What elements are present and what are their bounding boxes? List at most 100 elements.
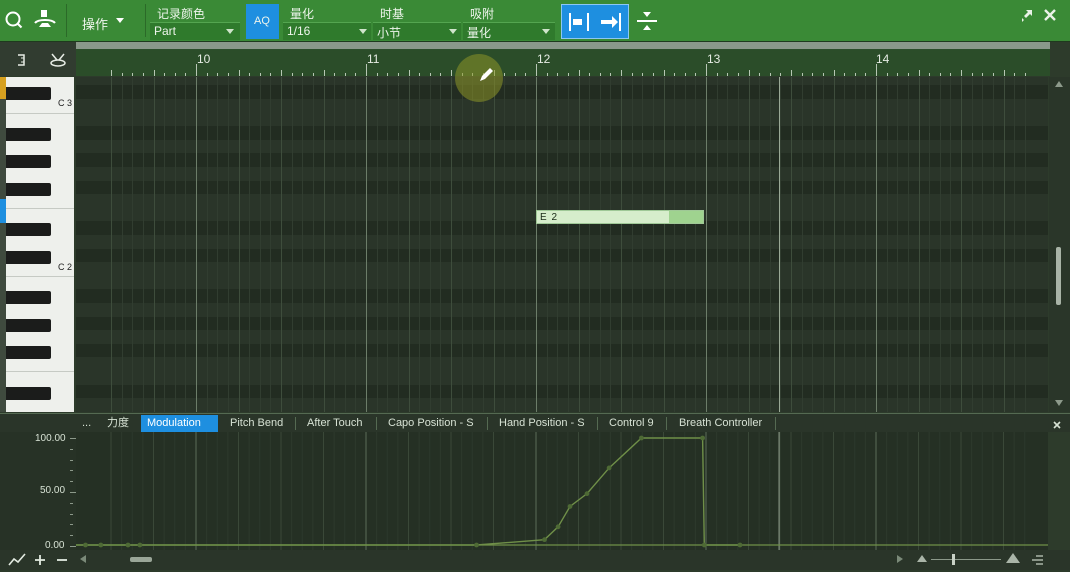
zoom-slider-handle[interactable] (952, 554, 955, 565)
grid-column-line (398, 77, 399, 412)
black-key[interactable] (6, 319, 51, 332)
automation-point[interactable] (474, 543, 479, 548)
ruler-scroll-track[interactable] (76, 42, 1050, 49)
automation-point[interactable] (700, 436, 705, 441)
ruler-tick (738, 73, 739, 76)
ruler-tick (706, 64, 707, 76)
ruler-tick (610, 73, 611, 76)
automation-point[interactable] (126, 543, 131, 548)
note-grid[interactable] (76, 77, 1048, 412)
ruler-tick (366, 64, 367, 76)
ruler-tick (1014, 73, 1015, 76)
close-icon[interactable] (1042, 7, 1058, 23)
black-key[interactable] (6, 291, 51, 304)
snap-arrow-icon[interactable] (598, 10, 624, 34)
lanes-menu-icon[interactable] (1030, 553, 1044, 565)
automation-point[interactable] (556, 524, 561, 529)
grid-column-line (345, 77, 346, 412)
black-key[interactable] (6, 346, 51, 359)
record-color-label: 记录颜色 (157, 5, 205, 22)
ruler-tick (674, 73, 675, 76)
expand-icon[interactable] (1018, 8, 1034, 24)
grid-row (76, 276, 1048, 291)
grid-row (76, 85, 1048, 100)
lane-more-button[interactable]: ... (76, 415, 97, 432)
vertical-scrollbar[interactable] (1049, 77, 1070, 412)
split-icon[interactable] (634, 8, 660, 34)
operations-menu[interactable]: 操作 (82, 14, 108, 33)
ruler-tick (207, 73, 208, 76)
black-key[interactable] (6, 183, 51, 196)
snap-select[interactable]: 量化 (463, 22, 555, 40)
zoom-out-icon[interactable] (917, 555, 927, 562)
chevron-down-icon (226, 29, 234, 34)
automation-point[interactable] (639, 436, 644, 441)
black-key[interactable] (6, 387, 51, 400)
search-icon[interactable] (0, 6, 28, 34)
quantize-select[interactable]: 1/16 (283, 22, 371, 40)
grid-column-line (717, 77, 718, 412)
zoom-in-icon[interactable] (1006, 553, 1020, 563)
tab-velocity[interactable]: 力度 (101, 415, 135, 432)
scroll-right-icon[interactable] (897, 555, 903, 563)
timeline-ruler[interactable]: 10 11 12 13 14 (76, 42, 1050, 76)
tab-capo-position[interactable]: Capo Position - S (382, 415, 480, 432)
zoom-slider-track[interactable] (931, 559, 1001, 560)
grid-column-line (865, 77, 866, 412)
grid-column-line (664, 77, 665, 412)
snap-start-icon[interactable] (566, 10, 592, 34)
scroll-left-icon[interactable] (80, 555, 86, 563)
tab-after-touch[interactable]: After Touch (301, 415, 368, 432)
record-color-select[interactable]: Part (150, 22, 240, 40)
white-key-divider (6, 276, 74, 277)
auto-quantize-button[interactable]: AQ (246, 4, 279, 39)
scroll-up-icon[interactable] (1055, 81, 1063, 87)
close-icon[interactable] (1052, 417, 1062, 427)
remove-icon[interactable] (56, 553, 68, 565)
automation-point[interactable] (585, 491, 590, 496)
scroll-thumb[interactable] (1056, 247, 1061, 305)
tab-hand-position[interactable]: Hand Position - S (493, 415, 591, 432)
automation-point[interactable] (83, 543, 88, 548)
ruler-tick (419, 73, 420, 76)
automation-point[interactable] (568, 504, 573, 509)
ruler-tick (398, 73, 399, 76)
grid-column-line (653, 77, 654, 412)
curve-icon[interactable] (8, 553, 26, 567)
automation-point[interactable] (702, 543, 707, 548)
toolbar: 操作 记录颜色 Part AQ 量化 1/16 时基 小节 吸附 量化 (0, 0, 1070, 42)
chevron-down-icon[interactable] (116, 18, 124, 23)
midi-note[interactable]: E 2 (536, 210, 704, 224)
automation-point[interactable] (607, 466, 612, 471)
automation-point[interactable] (98, 543, 103, 548)
scroll-down-icon[interactable] (1055, 400, 1063, 406)
automation-point[interactable] (138, 543, 143, 548)
grid-row (76, 262, 1048, 277)
automation-point[interactable] (542, 537, 547, 542)
controller-lane[interactable] (76, 432, 1048, 550)
drum-icon[interactable] (49, 51, 67, 69)
black-key[interactable] (6, 155, 51, 168)
axis-tick (70, 449, 73, 450)
piano-keyboard[interactable]: C 3 C 2 (6, 77, 74, 412)
scale-icon[interactable] (14, 53, 28, 67)
tab-breath-controller[interactable]: Breath Controller (673, 415, 768, 432)
add-icon[interactable] (34, 553, 46, 565)
timebase-select[interactable]: 小节 (373, 22, 461, 40)
grid-row (76, 181, 1048, 196)
grid-column-line (557, 77, 558, 412)
black-key[interactable] (6, 87, 51, 100)
black-key[interactable] (6, 128, 51, 141)
black-key[interactable] (6, 251, 51, 264)
modulation-curve-canvas[interactable] (76, 432, 1048, 550)
tab-control-9[interactable]: Control 9 (603, 415, 660, 432)
metronome-icon[interactable] (31, 6, 59, 34)
ruler-tick (961, 70, 962, 76)
tab-pitch-bend[interactable]: Pitch Bend (224, 415, 289, 432)
tab-modulation[interactable]: Modulation (141, 415, 218, 432)
grid-column-line (812, 77, 813, 412)
black-key[interactable] (6, 223, 51, 236)
horizontal-scroll-thumb[interactable] (130, 557, 152, 562)
grid-column-line (610, 77, 611, 412)
automation-point[interactable] (738, 543, 743, 548)
